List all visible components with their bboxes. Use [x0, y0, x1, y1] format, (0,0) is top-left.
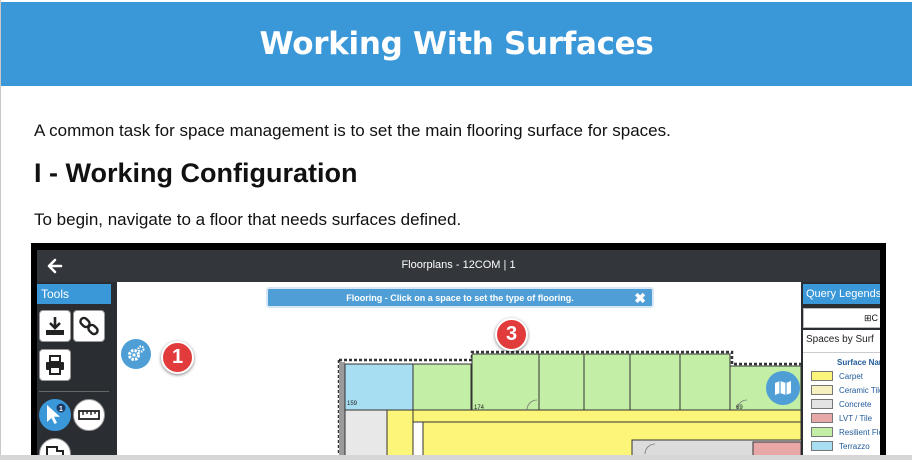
legend-label: Resilient Flo: [839, 427, 880, 437]
link-icon: [79, 316, 99, 336]
ruler-icon: [78, 410, 100, 420]
message-text: Flooring - Click on a space to set the t…: [346, 292, 574, 303]
corridor[interactable]: [386, 409, 414, 460]
tools-tab[interactable]: Tools: [37, 284, 111, 304]
flooring-message-banner: Flooring - Click on a space to set the t…: [266, 287, 654, 308]
legend-title[interactable]: Spaces by Surf: [806, 334, 874, 345]
close-icon[interactable]: ✖: [634, 290, 646, 307]
callout-badge: 1: [161, 341, 194, 374]
legend-swatch: [811, 413, 833, 423]
legend-label: Ceramic Tile: [839, 385, 880, 395]
legend-divider: [803, 352, 880, 353]
gears-icon: [128, 345, 145, 361]
add-legend-label: ⊞C: [864, 313, 879, 323]
title-banner: Working With Surfaces: [1, 2, 912, 86]
measure-tool-button[interactable]: [73, 399, 105, 431]
room[interactable]: [583, 353, 631, 411]
room-number: 174: [474, 405, 485, 411]
page-title: Working With Surfaces: [259, 26, 654, 62]
select-tool-button[interactable]: 1: [39, 399, 71, 431]
legend-swatch: [811, 399, 833, 409]
app-screenshot: Floorplans - 12COM | 1 Tools 1 159 174 6…: [31, 243, 886, 460]
bottom-scroll-strip: [0, 455, 912, 460]
tools-panel: Tools 1: [37, 282, 117, 460]
room-174[interactable]: [471, 353, 540, 411]
corridor[interactable]: [412, 409, 801, 423]
tools-divider: [39, 391, 109, 392]
tool-badge: 1: [59, 406, 63, 413]
legend-swatch: [811, 371, 833, 381]
printer-icon: [46, 355, 64, 375]
cursor-info-icon: 1: [47, 403, 66, 424]
legend-swatch: [811, 441, 833, 451]
add-legend-button[interactable]: ⊞C: [803, 308, 880, 328]
legend-item[interactable]: LVT / Tile: [811, 412, 872, 424]
app-title: Floorplans - 12COM | 1: [401, 259, 516, 271]
legend-swatch: [811, 385, 833, 395]
app-header-bar: Floorplans - 12COM | 1: [37, 250, 880, 282]
floorplan-drawing: 159 174 69: [337, 350, 801, 460]
section-heading: I - Working Configuration: [34, 158, 358, 188]
legend-label: Carpet: [839, 371, 864, 381]
legend-item[interactable]: Ceramic Tile: [811, 384, 880, 396]
surface-legend: Spaces by Surf Surface Nam Carpet Ceramic…: [803, 330, 880, 460]
download-button[interactable]: [39, 310, 71, 342]
legend-label: Terrazzo: [839, 441, 870, 451]
legend-item[interactable]: Terrazzo: [811, 440, 870, 452]
legend-column-header: Surface Nam: [837, 358, 880, 367]
instruction-paragraph: To begin, navigate to a floor that needs…: [34, 210, 462, 229]
map-icon: [775, 381, 791, 395]
legend-label: Concrete: [839, 399, 872, 409]
room[interactable]: [538, 353, 585, 411]
query-legends-tab[interactable]: Query Legends: [803, 284, 880, 304]
legend-item[interactable]: Resilient Flo: [811, 426, 880, 438]
query-legends-panel: Query Legends ⊞C Spaces by Surf Surface …: [801, 282, 880, 460]
floorplan-canvas[interactable]: 159 174 69 Flooring - Click on a space t…: [117, 282, 801, 460]
room[interactable]: [679, 353, 731, 411]
callout-badge: 3: [495, 318, 528, 351]
legend-swatch: [811, 427, 833, 437]
room-number: 69: [736, 405, 743, 411]
download-icon: [46, 317, 64, 335]
room[interactable]: [412, 363, 472, 411]
link-button[interactable]: [73, 310, 105, 342]
wall-column: [339, 362, 345, 460]
legend-item[interactable]: Carpet: [811, 370, 863, 382]
room[interactable]: [629, 353, 681, 411]
map-layers-button[interactable]: [766, 371, 800, 405]
legend-label: LVT / Tile: [839, 413, 873, 423]
intro-paragraph: A common task for space management is to…: [34, 121, 671, 140]
room-number: 159: [347, 401, 358, 407]
legend-item[interactable]: Concrete: [811, 398, 871, 410]
settings-button[interactable]: [121, 339, 151, 369]
print-button[interactable]: [39, 349, 71, 381]
